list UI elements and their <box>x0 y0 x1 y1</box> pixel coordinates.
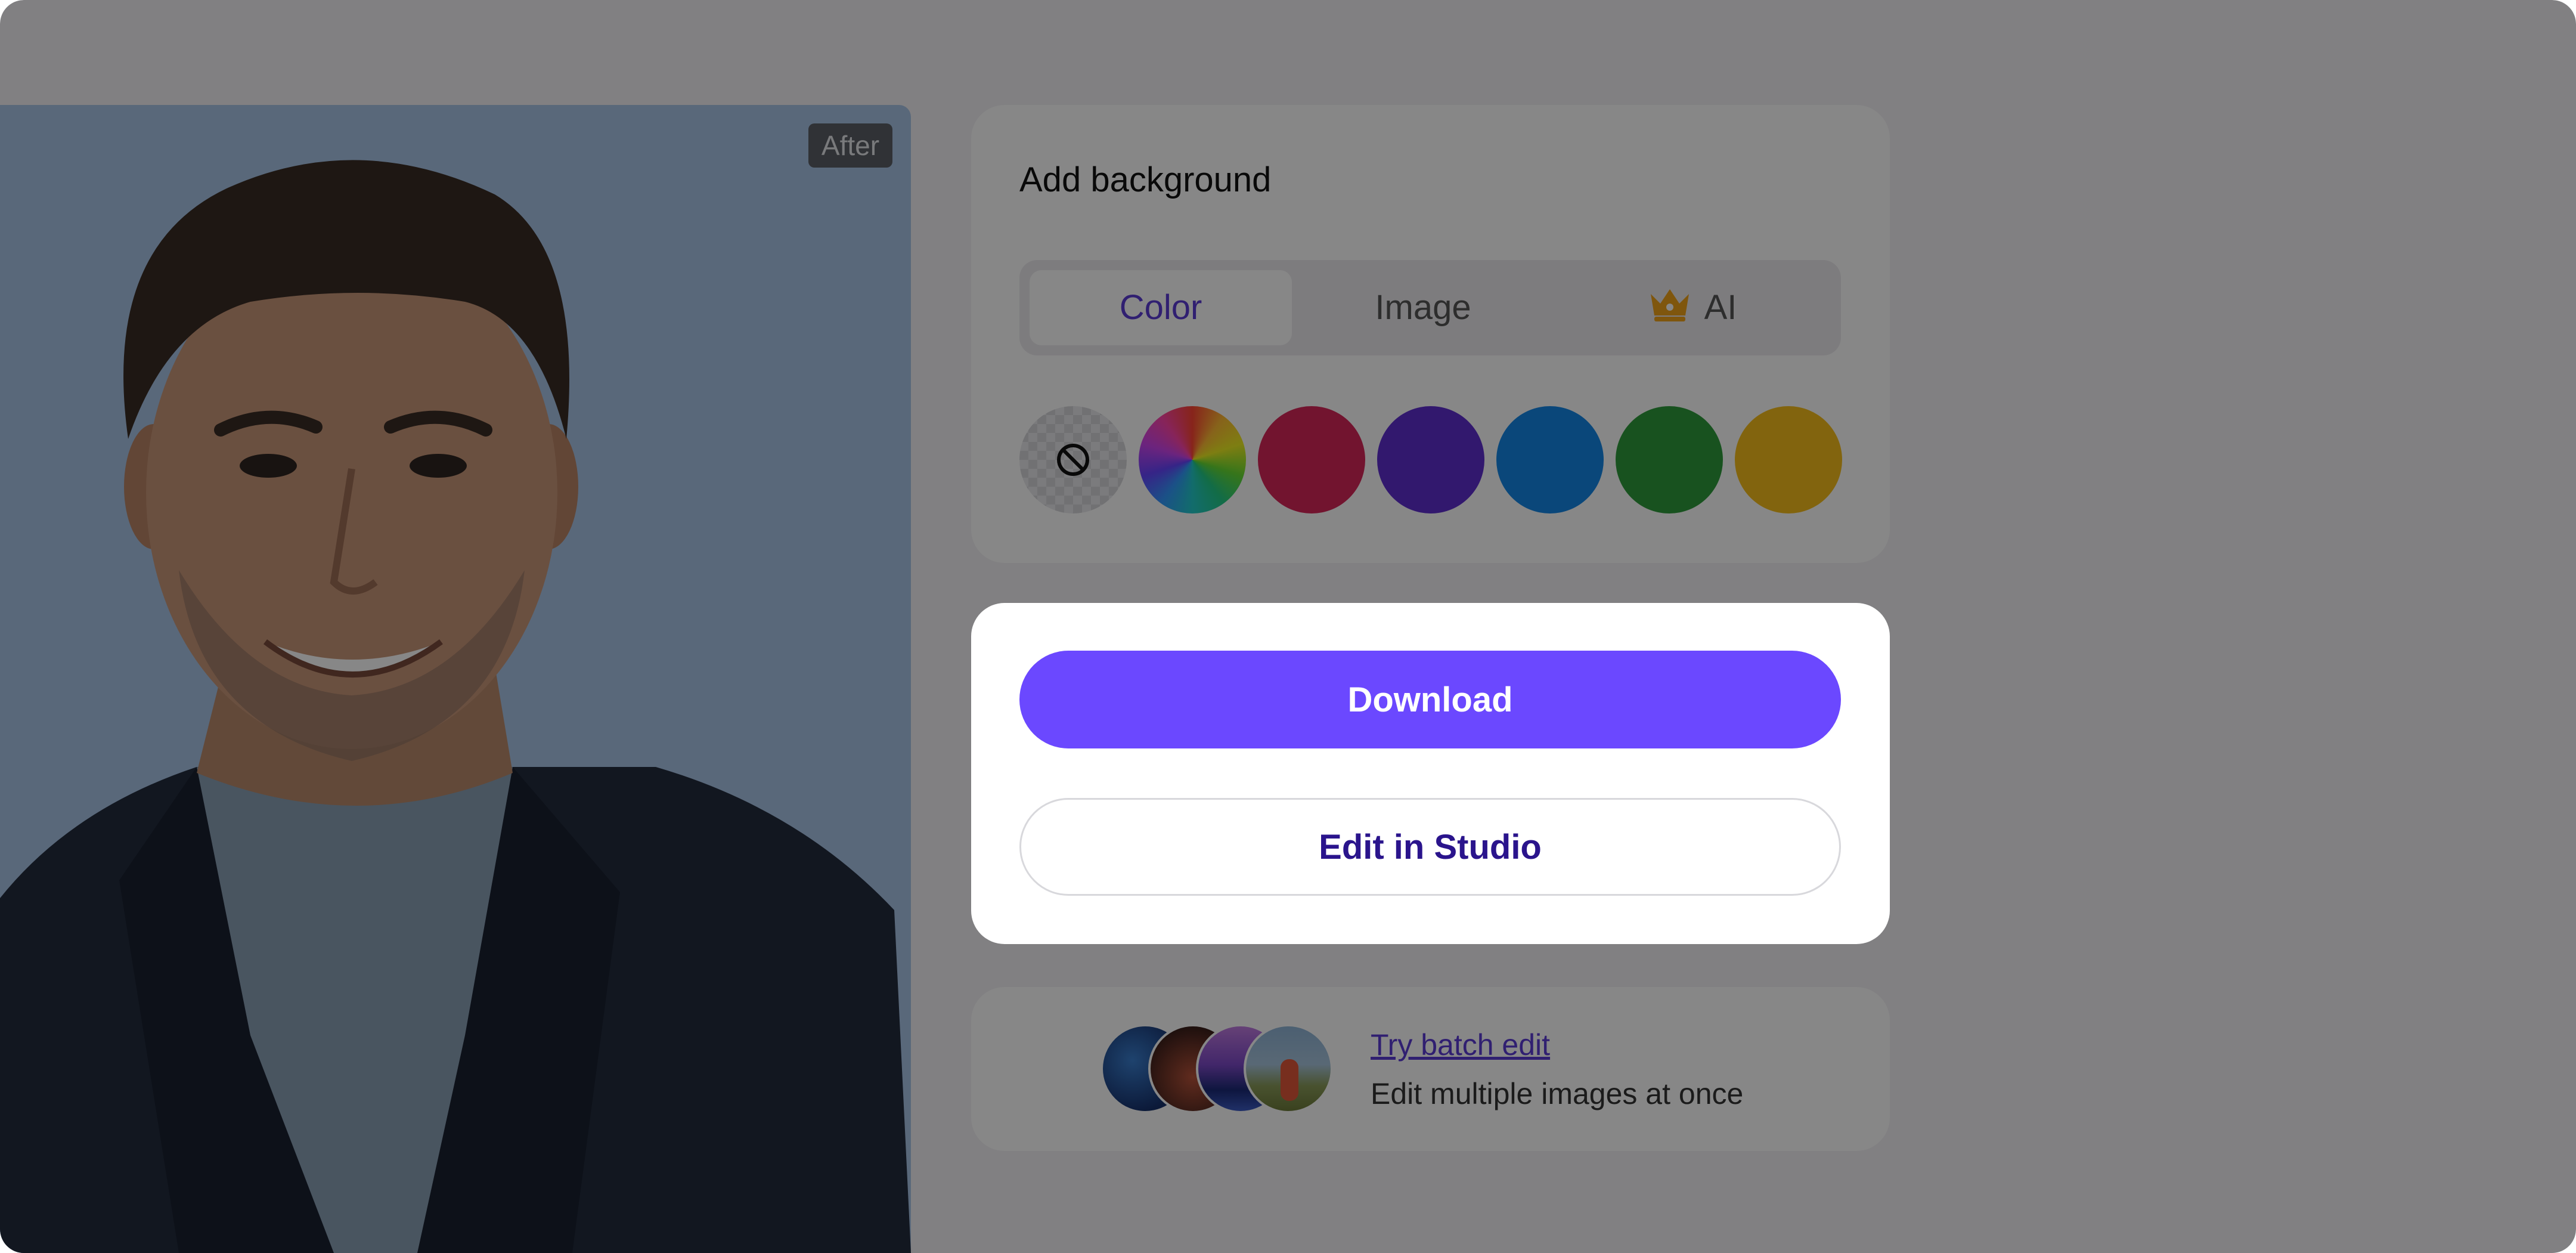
app-window: After Add background Color Image AI Try … <box>0 0 2576 1253</box>
edit-in-studio-button[interactable]: Edit in Studio <box>1019 798 1841 896</box>
download-button[interactable]: Download <box>1019 651 1841 748</box>
actions-card: Download Edit in Studio <box>971 603 1890 944</box>
